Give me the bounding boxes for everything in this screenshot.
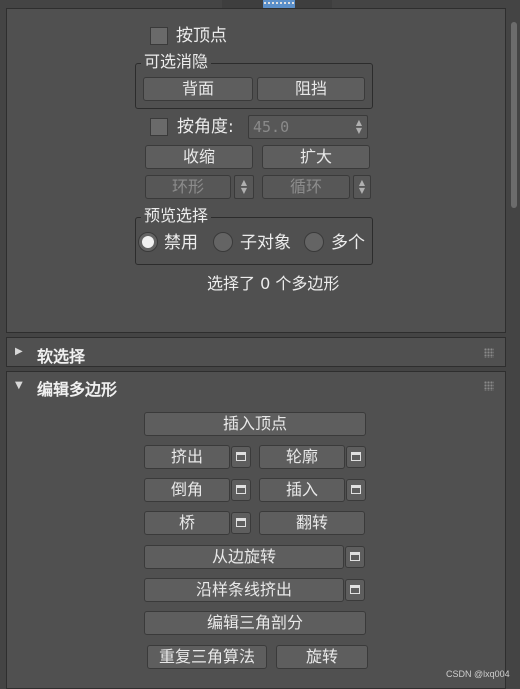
retriangulate-button[interactable]: 重复三角算法 (147, 645, 267, 669)
preview-off-radio[interactable] (138, 232, 158, 252)
soft-selection-title: 软选择 (37, 347, 86, 366)
backface-button[interactable]: 背面 (143, 77, 253, 101)
angle-value: 45.0 (253, 118, 290, 136)
inset-button[interactable]: 插入 (259, 478, 345, 502)
drag-grip-icon[interactable] (484, 381, 494, 391)
selection-rollout: 按顶点 可选消隐 背面 阻挡 按角度: 45.0 ▲ ▼ 收缩 扩大 环形 ▲ ▼ … (6, 8, 506, 333)
bevel-settings-icon[interactable] (231, 479, 251, 501)
collapse-triangle-icon[interactable]: ▼ (15, 380, 23, 391)
preview-group-title: 预览选择 (141, 207, 212, 225)
by-angle-label: 按角度: (177, 117, 234, 137)
scrollbar-thumb[interactable] (511, 22, 517, 208)
extrude-button[interactable]: 挤出 (144, 445, 230, 469)
angle-spinner-arrows-icon[interactable]: ▲ ▼ (353, 119, 365, 135)
preview-subobject-radio[interactable] (213, 232, 233, 252)
hinge-settings-icon[interactable] (345, 546, 365, 568)
edit-polygons-rollout: ▼ 编辑多边形 插入顶点 挤出 轮廓 倒角 插入 桥 翻转 从边旋转 沿样条线挤… (6, 371, 506, 689)
bridge-settings-icon[interactable] (231, 512, 251, 534)
expand-triangle-icon[interactable]: ▶ (15, 346, 23, 357)
ring-spinner[interactable]: ▲ ▼ (234, 175, 254, 199)
insert-vertex-button[interactable]: 插入顶点 (144, 412, 366, 436)
grow-button[interactable]: 扩大 (262, 145, 370, 169)
edit-polygons-title: 编辑多边形 (37, 380, 118, 399)
outline-settings-icon[interactable] (346, 446, 366, 468)
loop-spinner-arrows-icon[interactable]: ▲ ▼ (356, 179, 368, 195)
culling-group-title: 可选消隐 (141, 53, 212, 71)
preview-off-label: 禁用 (164, 233, 198, 253)
extrude-along-spline-button[interactable]: 沿样条线挤出 (144, 578, 344, 602)
by-angle-checkbox[interactable] (150, 118, 168, 136)
drag-grip-icon[interactable] (484, 348, 494, 358)
turn-button[interactable]: 旋转 (276, 645, 368, 669)
shrink-button[interactable]: 收缩 (145, 145, 253, 169)
outline-button[interactable]: 轮廓 (259, 445, 345, 469)
by-vertex-label: 按顶点 (176, 26, 227, 46)
by-vertex-checkbox[interactable] (150, 27, 168, 45)
bevel-button[interactable]: 倒角 (144, 478, 230, 502)
bridge-button[interactable]: 桥 (144, 511, 230, 535)
flip-button[interactable]: 翻转 (259, 511, 365, 535)
angle-spinner[interactable]: 45.0 ▲ ▼ (248, 115, 368, 139)
edit-triangulation-button[interactable]: 编辑三角剖分 (144, 611, 366, 635)
ring-button[interactable]: 环形 (145, 175, 231, 199)
loop-button[interactable]: 循环 (262, 175, 350, 199)
ring-spinner-arrows-icon[interactable]: ▲ ▼ (238, 179, 250, 195)
tab-dots (264, 2, 294, 6)
preview-multi-label: 多个 (331, 233, 365, 253)
preview-multi-radio[interactable] (304, 232, 324, 252)
extrude-settings-icon[interactable] (231, 446, 251, 468)
soft-selection-header[interactable]: ▶ 软选择 (6, 337, 506, 367)
watermark: CSDN @lxq004 (446, 669, 510, 679)
occluded-button[interactable]: 阻挡 (257, 77, 365, 101)
preview-subobject-label: 子对象 (240, 233, 291, 253)
extrude-spline-settings-icon[interactable] (345, 579, 365, 601)
inset-settings-icon[interactable] (346, 479, 366, 501)
selection-status: 选择了 0 个多边形 (207, 274, 340, 293)
loop-spinner[interactable]: ▲ ▼ (353, 175, 371, 199)
hinge-from-edge-button[interactable]: 从边旋转 (144, 545, 344, 569)
